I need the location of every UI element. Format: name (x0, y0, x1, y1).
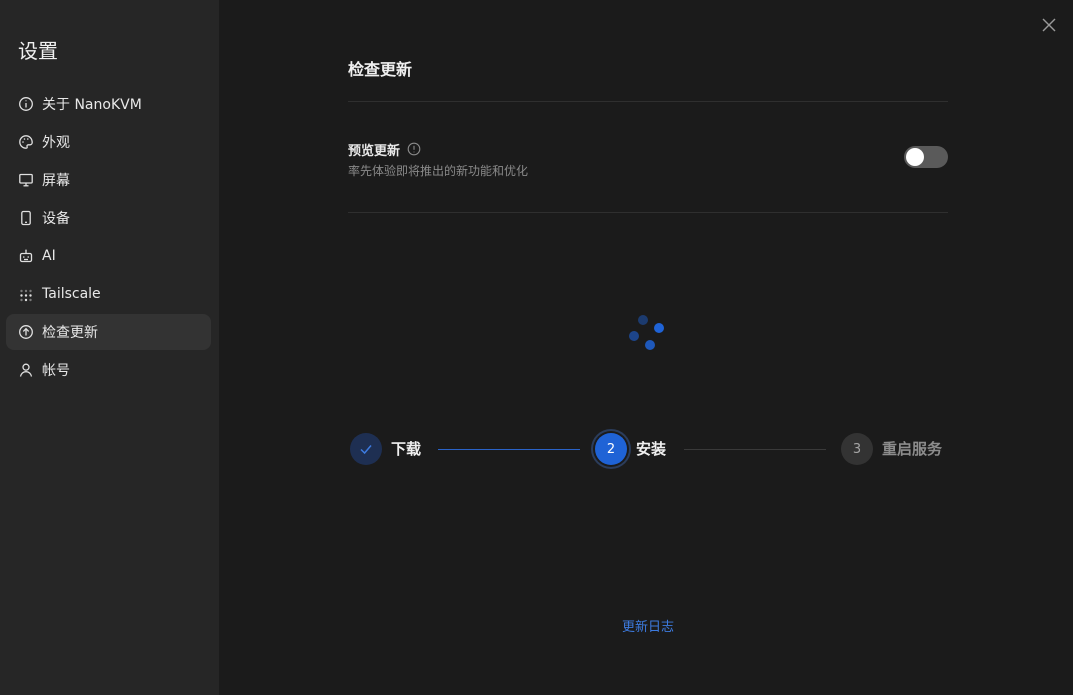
tailscale-icon (18, 286, 34, 302)
main-panel: 检查更新 预览更新 率先体验即将推出的新功能和优化 下载 2 安装 3 重启服务… (219, 0, 1073, 695)
close-icon (1042, 18, 1056, 32)
loading-spinner (629, 315, 669, 355)
spinner-dot (629, 331, 639, 341)
robot-icon (18, 248, 34, 264)
sidebar-item-appearance[interactable]: 外观 (6, 124, 211, 160)
update-steps: 下载 2 安装 3 重启服务 (350, 432, 948, 466)
step-install-circle: 2 (595, 433, 627, 465)
sidebar-title: 设置 (18, 39, 58, 63)
sidebar-item-ai[interactable]: AI (6, 238, 211, 274)
sidebar-item-label: 外观 (42, 135, 70, 151)
sidebar-item-device[interactable]: 设备 (6, 200, 211, 236)
step-download-label: 下载 (391, 440, 422, 458)
preview-update-toggle[interactable] (904, 146, 948, 168)
sidebar-item-label: 设备 (42, 211, 70, 227)
sidebar-item-label: 帐号 (42, 363, 70, 379)
user-icon (18, 362, 34, 378)
step-connector (684, 449, 826, 450)
step-restart-circle: 3 (841, 433, 873, 465)
spinner-dot (645, 340, 655, 350)
step-number: 3 (852, 441, 862, 457)
step-install-label: 安装 (636, 440, 667, 458)
sidebar-item-about[interactable]: 关于 NanoKVM (6, 86, 211, 122)
device-icon (18, 210, 34, 226)
settings-window: 设置 关于 NanoKVM 外观 屏幕 设备 AI Tailscale 检查更新… (0, 0, 1073, 695)
info-icon[interactable] (407, 142, 421, 156)
sidebar-item-screen[interactable]: 屏幕 (6, 162, 211, 198)
sidebar-item-label: AI (42, 248, 56, 264)
sidebar-item-label: 检查更新 (42, 325, 98, 341)
sidebar-item-label: Tailscale (42, 286, 101, 302)
divider (348, 212, 948, 213)
sidebar-item-check-update[interactable]: 检查更新 (6, 314, 211, 350)
preview-title-label: 预览更新 (348, 143, 401, 159)
preview-update-row: 预览更新 率先体验即将推出的新功能和优化 (348, 140, 948, 180)
preview-description: 率先体验即将推出的新功能和优化 (348, 164, 529, 178)
step-download-circle (350, 433, 382, 465)
spinner-dot (654, 323, 664, 333)
step-restart-label: 重启服务 (882, 440, 943, 458)
sidebar-item-account[interactable]: 帐号 (6, 352, 211, 388)
sidebar-nav: 关于 NanoKVM 外观 屏幕 设备 AI Tailscale 检查更新 帐号 (0, 86, 219, 388)
monitor-icon (18, 172, 34, 188)
step-number: 2 (606, 441, 616, 457)
spinner-dot (638, 315, 648, 325)
sidebar: 设置 关于 NanoKVM 外观 屏幕 设备 AI Tailscale 检查更新… (0, 0, 219, 695)
changelog-link[interactable]: 更新日志 (348, 616, 948, 635)
preview-title: 预览更新 (348, 140, 948, 159)
sidebar-item-tailscale[interactable]: Tailscale (6, 276, 211, 312)
close-button[interactable] (1039, 15, 1059, 35)
sidebar-item-label: 屏幕 (42, 173, 70, 189)
divider (348, 101, 948, 102)
palette-icon (18, 134, 34, 150)
upload-circle-icon (18, 324, 34, 340)
toggle-knob (906, 148, 924, 166)
check-icon (360, 445, 372, 455)
info-icon (18, 96, 34, 112)
page-title: 检查更新 (348, 60, 413, 79)
sidebar-item-label: 关于 NanoKVM (42, 97, 142, 113)
step-connector (438, 449, 580, 450)
changelog-link-label: 更新日志 (621, 620, 674, 635)
